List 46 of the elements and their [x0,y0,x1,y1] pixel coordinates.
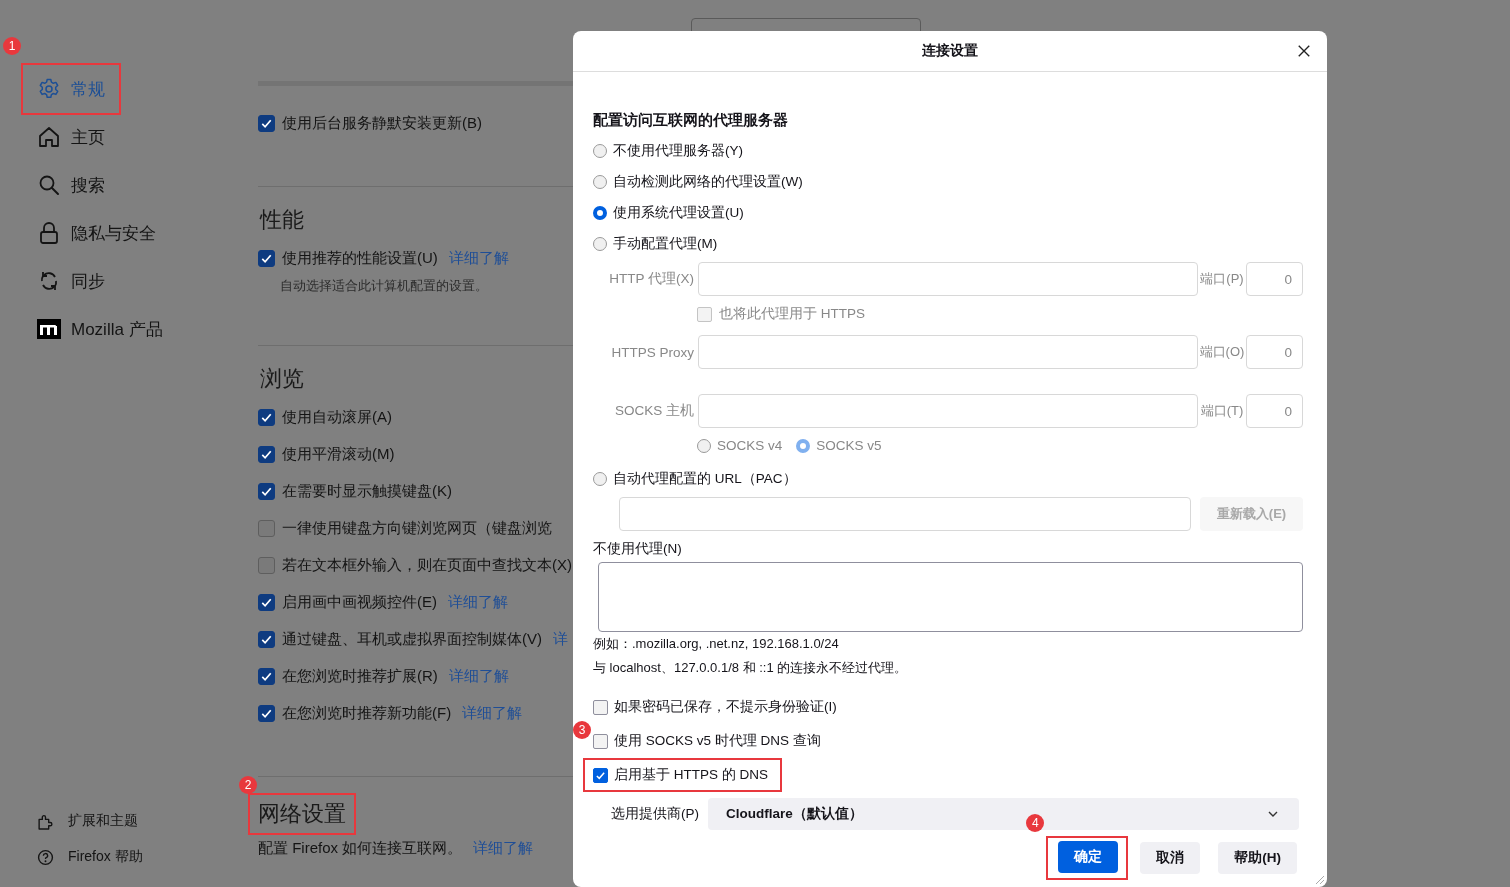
checkbox-label: 使用后台服务静默安装更新(B) [282,114,482,133]
checkbox-label: 一律使用键盘方向键浏览网页（键盘浏览 [282,519,552,538]
field-label: HTTPS Proxy [610,344,695,360]
hint-text: 与 localhost、127.0.0.1/8 和 ::1 的连接永不经过代理。 [593,659,909,677]
dialog-button[interactable]: 帮助(H) [1218,842,1297,874]
radio-label: 不使用代理服务器(Y) [613,141,743,160]
checkbox-label: 使用推荐的性能设置(U) [282,249,438,268]
dialog-title: 连接设置 [922,42,978,60]
step-marker: 3 [573,721,591,739]
section-description: 配置 Firefox 如何连接互联网。 [258,839,463,858]
checkbox-label: 使用自动滚屏(A) [282,408,392,427]
radio-label: 使用系统代理设置(U) [613,203,744,222]
checkbox-label: 启用画中画视频控件(E) [282,593,437,612]
checkbox-label: 通过键盘、耳机或虚拟界面控制媒体(V) [282,630,542,649]
field-label: 端口(T) [1199,402,1245,420]
section-heading: 配置访问互联网的代理服务器 [593,111,789,130]
step-marker: 1 [3,37,21,55]
checkbox-label: 在您浏览时推荐新功能(F) [282,704,452,723]
field-label: 端口(O) [1198,343,1246,361]
field-label: 端口(P) [1199,270,1245,288]
radio-label: 手动配置代理(M) [613,234,718,253]
section-heading: 性能 [258,206,305,234]
hint-text: 例如：.mozilla.org, .net.nz, 192.168.1.0/24 [593,635,840,653]
checkbox-label: 在需要时显示触摸键盘(K) [282,482,452,501]
sidebar-link[interactable]: Firefox 帮助 [37,839,258,875]
checkbox-label: 使用平滑滚动(M) [282,445,395,464]
setting-description: 自动选择适合此计算机配置的设置。 [279,277,489,295]
checkbox-label: 若在文本框外输入，则在页面中查找文本(X) [282,556,572,575]
field-label: SOCKS 主机 [614,402,695,420]
field-label: 选用提供商(P) [610,805,700,823]
dialog-button[interactable]: 确定 [1058,841,1119,873]
field-label: HTTP 代理(X) [608,270,695,288]
checkbox-label: 也将此代理用于 HTTPS [719,305,865,323]
field-label: 不使用代理(N) [593,540,683,558]
checkbox-label: 使用 SOCKS v5 时代理 DNS 查询 [614,732,821,750]
dialog-button[interactable]: 取消 [1140,842,1201,874]
step-marker: 2 [239,776,257,794]
radio-label: SOCKS v4 [717,438,783,453]
radio-label: 自动代理配置的 URL（PAC） [613,469,797,488]
radio-label: 自动检测此网络的代理设置(W) [613,172,803,191]
radio-label: SOCKS v5 [816,438,882,453]
checkbox-label: 在您浏览时推荐扩展(R) [282,667,438,686]
checkbox-label: 如果密码已保存，不提示身份验证(I) [614,698,837,716]
section-heading: 网络设置 [248,793,356,835]
section-heading: 浏览 [259,365,305,393]
checkbox-label: 启用基于 HTTPS 的 DNS [614,766,768,784]
